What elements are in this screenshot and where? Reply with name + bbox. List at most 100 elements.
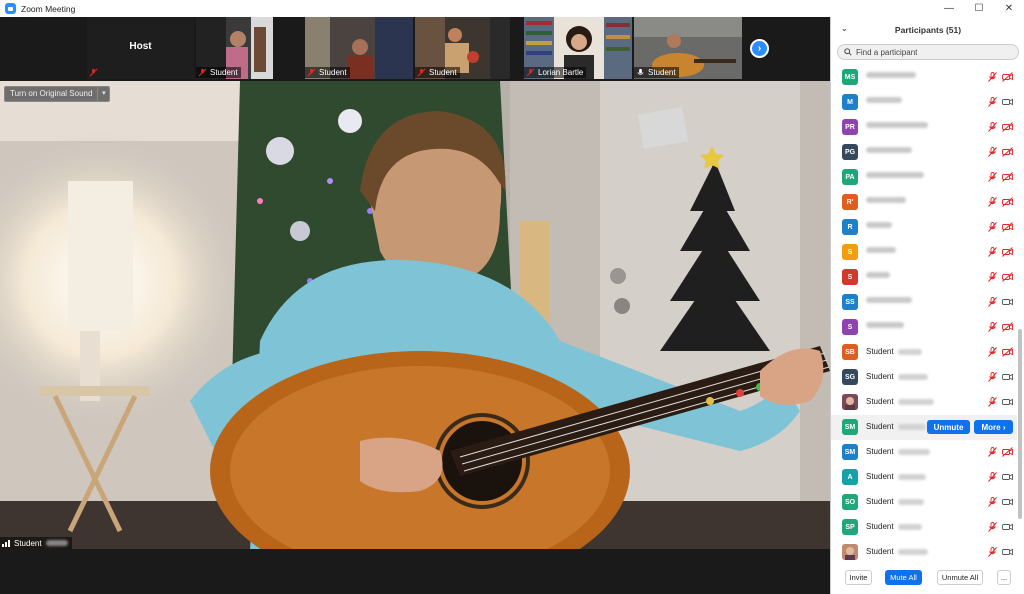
participant-row[interactable]: R [831,215,1017,240]
participant-more-button[interactable]: More › [974,420,1013,434]
unmute-all-button[interactable]: Unmute All [937,570,983,585]
video-off-icon[interactable] [1002,72,1013,82]
mic-muted-icon[interactable] [987,472,998,482]
participant-status-icons [987,222,1013,232]
participant-row[interactable]: S [831,265,1017,290]
participant-row[interactable]: MS [831,65,1017,90]
video-icon[interactable] [1002,397,1013,407]
more-options-button[interactable]: ... [997,570,1011,585]
mic-icon [637,68,644,75]
filmstrip-next-button[interactable]: › [750,39,769,58]
chevron-down-icon[interactable]: ⌄ [841,24,848,33]
participant-row[interactable]: PG [831,140,1017,165]
avatar: S [842,244,858,260]
close-button[interactable]: ✕ [994,0,1024,17]
mic-muted-icon[interactable] [987,547,998,557]
participant-row[interactable]: A Student [831,465,1017,490]
mic-muted-icon[interactable] [987,447,998,457]
participant-row[interactable]: SM Student [831,440,1017,465]
avatar-photo [842,544,858,560]
chevron-down-icon[interactable]: ▾ [97,87,109,101]
mute-all-button[interactable]: Mute All [885,570,922,585]
mic-muted-icon[interactable] [987,522,998,532]
participant-row[interactable]: SG Student [831,365,1017,390]
participant-name: Student [866,522,922,531]
minimize-button[interactable]: — [934,0,964,17]
participant-row[interactable]: R' [831,190,1017,215]
video-off-icon[interactable] [1002,247,1013,257]
video-tile-host[interactable]: Host [87,17,194,79]
participant-row[interactable]: PR [831,115,1017,140]
title-bar: Zoom Meeting — ☐ ✕ [0,0,1024,17]
video-off-icon[interactable] [1002,197,1013,207]
mic-muted-icon[interactable] [987,497,998,507]
participant-row[interactable]: Student [831,540,1017,565]
mic-muted-icon[interactable] [987,172,998,182]
participant-status-icons [987,347,1013,357]
participant-row[interactable]: S [831,315,1017,340]
participant-list-scrollbar[interactable] [1018,329,1022,519]
video-icon[interactable] [1002,547,1013,557]
mic-muted-icon[interactable] [987,272,998,282]
redacted-name [866,322,904,328]
invite-button[interactable]: Invite [845,570,872,585]
mic-muted-icon[interactable] [987,72,998,82]
participant-row[interactable]: SO Student [831,490,1017,515]
video-off-icon[interactable] [1002,122,1013,132]
tile-name: Lorian Bartle [524,67,587,78]
mic-muted-icon[interactable] [987,222,998,232]
speaker-video-feed [0,81,830,549]
redacted-name [897,398,934,405]
search-input[interactable] [856,47,996,57]
mic-muted-icon[interactable] [987,397,998,407]
video-icon[interactable] [1002,472,1013,482]
video-tile-student-3[interactable]: Student [415,17,510,79]
video-off-icon[interactable] [1002,172,1013,182]
participant-row[interactable]: M [831,90,1017,115]
video-tile-student-2[interactable]: Student [305,17,413,79]
participant-name [866,297,912,303]
video-tile-student-4[interactable]: Student [634,17,742,79]
mic-muted-icon[interactable] [987,247,998,257]
mic-muted-icon[interactable] [987,122,998,132]
mic-muted-icon[interactable] [987,197,998,207]
mic-muted-icon[interactable] [987,372,998,382]
video-off-icon[interactable] [1002,272,1013,282]
video-off-icon[interactable] [1002,447,1013,457]
video-tile-student-1[interactable]: Student [196,17,273,79]
video-tile-lorian-bartle[interactable]: Lorian Bartle [524,17,632,79]
mic-muted-icon[interactable] [987,147,998,157]
participant-search[interactable] [837,44,1019,60]
mic-muted-icon[interactable] [987,347,998,357]
original-sound-toggle[interactable]: Turn on Original Sound ▾ [4,86,111,102]
video-icon[interactable] [1002,497,1013,507]
video-icon[interactable] [1002,522,1013,532]
mic-muted-icon [526,68,535,77]
video-icon[interactable] [1002,372,1013,382]
participant-name [866,197,906,203]
participant-row[interactable]: S [831,240,1017,265]
mic-muted-icon[interactable] [987,322,998,332]
video-icon[interactable] [1002,297,1013,307]
maximize-button[interactable]: ☐ [964,0,994,17]
avatar: S [842,269,858,285]
avatar: SO [842,494,858,510]
mic-muted-icon[interactable] [987,97,998,107]
participant-row[interactable]: PA [831,165,1017,190]
avatar: M [842,94,858,110]
video-off-icon[interactable] [1002,322,1013,332]
participant-row[interactable]: SM Student Unmute More › [831,415,1017,440]
video-off-icon[interactable] [1002,222,1013,232]
participant-row[interactable]: Student [831,390,1017,415]
participant-status-icons [987,497,1013,507]
video-off-icon[interactable] [1002,147,1013,157]
unmute-participant-button[interactable]: Unmute [927,420,970,434]
participant-row[interactable]: SP Student [831,515,1017,540]
video-icon[interactable] [1002,97,1013,107]
participant-row[interactable]: SB Student [831,340,1017,365]
mic-muted-icon [89,68,98,77]
video-off-icon[interactable] [1002,347,1013,357]
redacted-name [866,72,916,78]
mic-muted-icon[interactable] [987,297,998,307]
participant-row[interactable]: SS [831,290,1017,315]
